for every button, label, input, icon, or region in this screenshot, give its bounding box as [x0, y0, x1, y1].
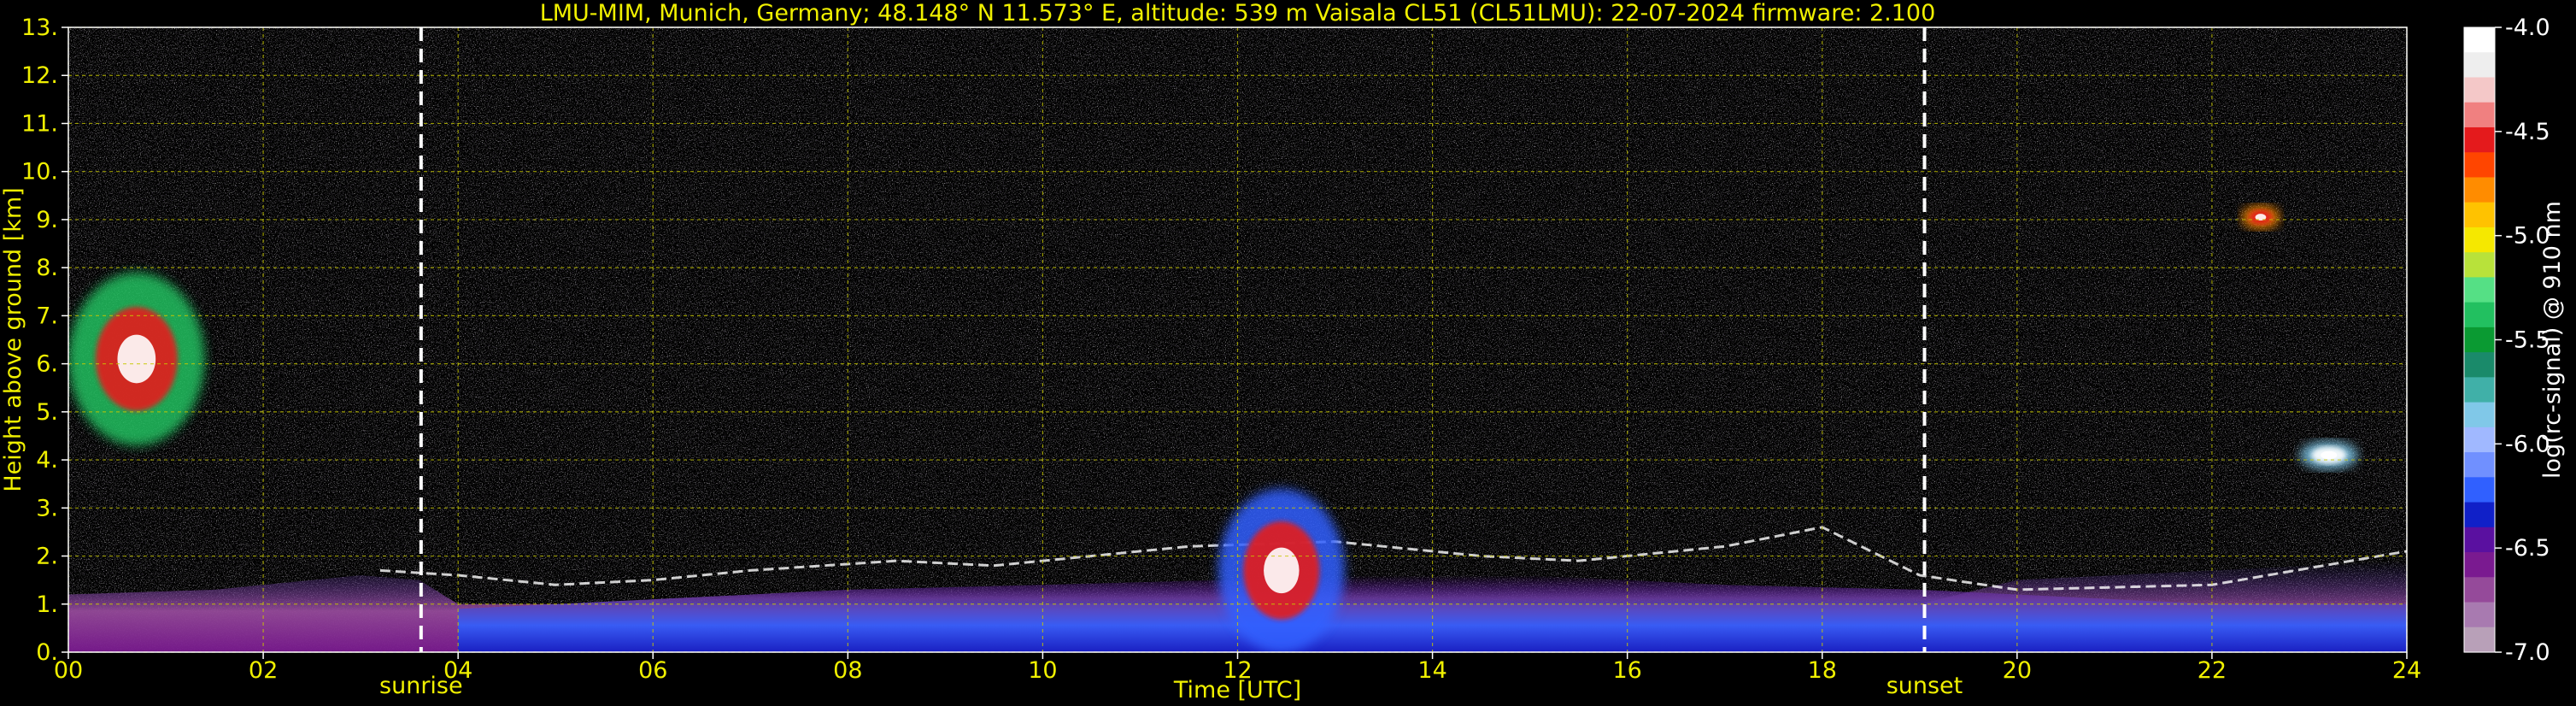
y-tick-label: 11.	[21, 110, 58, 137]
colorbar-swatch	[2464, 202, 2495, 228]
y-tick-label: 1.	[36, 591, 58, 618]
colorbar-swatch	[2464, 27, 2495, 53]
y-tick-label: 10.	[21, 159, 58, 185]
x-tick-label: 14	[1417, 657, 1446, 684]
colorbar-swatch	[2464, 602, 2495, 628]
plot-area	[68, 27, 2407, 652]
cloud-feature-cirrus-early	[68, 272, 205, 446]
x-tick-label: 04	[443, 657, 472, 684]
x-tick-label: 08	[833, 657, 862, 684]
colorbar-swatch	[2464, 377, 2495, 403]
colorbar-swatch	[2464, 477, 2495, 503]
colorbar-swatch	[2464, 427, 2495, 453]
event-label-sunset: sunset	[1887, 673, 1963, 699]
colorbar-swatch	[2464, 502, 2495, 528]
y-tick-label: 2.	[36, 544, 58, 570]
colorbar-swatch	[2464, 352, 2495, 378]
colorbar-swatch	[2464, 527, 2495, 553]
x-tick-label: 00	[54, 657, 83, 684]
colorbar-tick-label: -4.5	[2505, 119, 2550, 145]
colorbar-swatch	[2464, 177, 2495, 203]
colorbar-swatch	[2464, 402, 2495, 428]
colorbar-swatch	[2464, 152, 2495, 179]
colorbar-swatch	[2464, 277, 2495, 303]
x-tick-label: 20	[2003, 657, 2032, 684]
colorbar-swatch	[2464, 627, 2495, 653]
colorbar-swatch	[2464, 452, 2495, 478]
colorbar-swatch	[2464, 126, 2495, 153]
y-tick-label: 6.	[36, 351, 58, 378]
cloud-feature-cloud-near-22utc	[2241, 205, 2280, 230]
y-axis-label: Height above ground [km]	[0, 187, 26, 491]
colorbar-swatch	[2464, 252, 2495, 278]
x-tick-label: 22	[2198, 657, 2227, 684]
colorbar-swatch	[2464, 102, 2495, 128]
x-tick-label: 02	[249, 657, 278, 684]
colorbar-swatch	[2464, 227, 2495, 253]
colorbar-swatch	[2464, 77, 2495, 103]
y-tick-label: 8.	[36, 255, 58, 281]
colorbar-swatch	[2464, 302, 2495, 328]
x-axis-label: Time [UTC]	[1173, 677, 1301, 703]
colorbar-swatch	[2464, 552, 2495, 578]
y-tick-label: 3.	[36, 495, 58, 521]
colorbar-tick-label: -7.0	[2505, 639, 2550, 666]
x-tick-label: 16	[1612, 657, 1641, 684]
x-tick-label: 10	[1028, 657, 1057, 684]
y-tick-label: 13.	[21, 15, 58, 41]
cloud-feature-cloud-near-23utc	[2299, 440, 2358, 470]
y-tick-label: 5.	[36, 399, 58, 426]
y-tick-label: 4.	[36, 447, 58, 474]
colorbar-tick-label: -6.5	[2505, 535, 2550, 562]
y-tick-label: 9.	[36, 207, 58, 233]
y-tick-label: 7.	[36, 303, 58, 329]
x-tick-label: 24	[2392, 657, 2421, 684]
colorbar-swatch	[2464, 327, 2495, 353]
colorbar-label: log(rc-signal) @ 910 nm	[2539, 201, 2566, 479]
y-tick-label: 12.	[21, 62, 58, 89]
y-axis: 0.1.2.3.4.5.6.7.8.9.10.11.12.13.	[21, 15, 68, 666]
colorbar-tick-label: -4.0	[2505, 15, 2550, 41]
ceilometer-chart: sunrise sunset 0.1.2.3.4.5.6.7.8.9.10.11.…	[0, 0, 2566, 703]
x-tick-label: 06	[638, 657, 667, 684]
colorbar-swatch	[2464, 52, 2495, 79]
colorbar: -4.0-4.5-5.0-5.5-6.0-6.5-7.0	[2463, 15, 2550, 666]
colorbar-swatch	[2464, 577, 2495, 603]
x-tick-label: 18	[1808, 657, 1837, 684]
chart-title: LMU-MIM, Munich, Germany; 48.148° N 11.5…	[540, 0, 1936, 26]
